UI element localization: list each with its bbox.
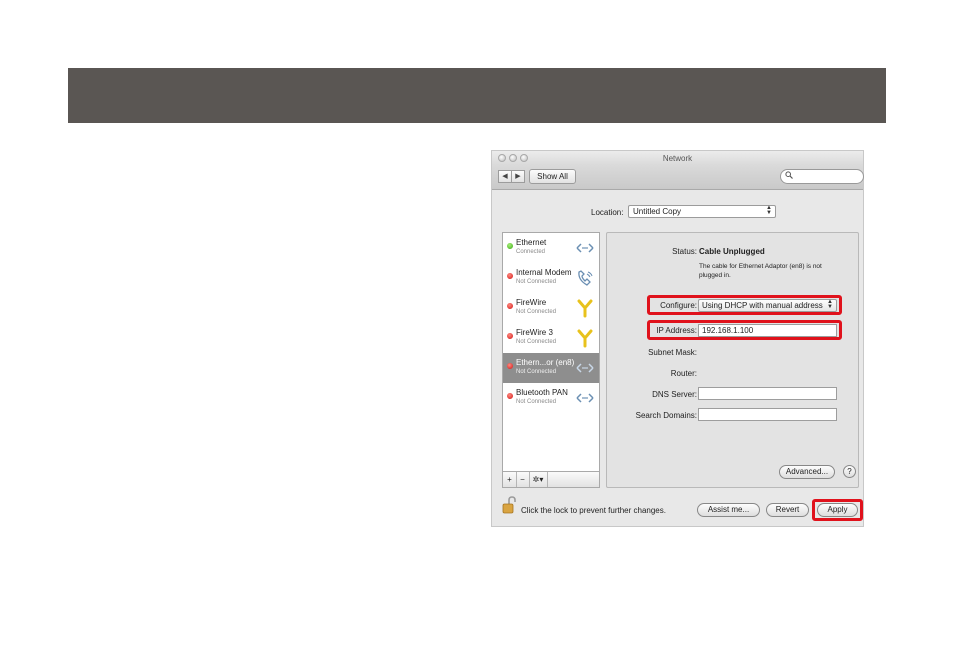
search-domains-label: Search Domains: [635,411,697,420]
configure-value: Using DHCP with manual address [702,301,823,310]
service-status: Not Connected [516,279,557,285]
ethernet-icon [575,238,595,258]
network-window: Network ◀ ▶ Show All Location: Untitled … [491,150,864,527]
help-button[interactable]: ? [843,465,856,478]
service-name: FireWire [516,298,547,307]
status-dot-icon [507,363,513,369]
location-value: Untitled Copy [633,207,682,216]
firewire-icon [575,328,595,348]
action-menu-button[interactable]: ✲▾ [529,472,548,487]
dns-server-label: DNS Server: [652,390,697,399]
service-name: Ethernet [516,238,547,247]
service-list-controls: + − ✲▾ [502,471,600,488]
show-all-button[interactable]: Show All [529,169,576,184]
title-bar: Network [492,151,863,165]
ethernet-icon [575,388,595,408]
location-select[interactable]: Untitled Copy ▲ ▼ [628,205,776,218]
configure-select[interactable]: Using DHCP with manual address ▲ ▼ [698,299,837,312]
header-bar [68,68,886,123]
subnet-mask-label: Subnet Mask: [648,348,697,357]
phone-icon [575,268,595,288]
status-dot-icon [507,333,513,339]
search-input[interactable] [780,169,864,184]
add-service-button[interactable]: + [503,472,517,487]
service-status: Not Connected [516,369,557,375]
window-title: Network [662,154,693,163]
remove-service-button[interactable]: − [516,472,530,487]
service-name: Internal Modem [516,268,572,277]
status-value: Cable Unplugged [699,247,765,256]
search-icon [785,171,793,181]
detail-pane: Status: Cable Unplugged The cable for Et… [606,232,859,488]
back-button[interactable]: ◀ [498,170,512,183]
status-dot-icon [507,273,513,279]
service-status: Not Connected [516,399,557,405]
location-label: Location: [591,208,624,217]
service-status: Not Connected [516,339,557,345]
status-dot-icon [507,243,513,249]
ip-address-label: IP Address: [656,326,697,335]
service-status: Not Connected [516,309,557,315]
lock-icon[interactable] [502,496,516,514]
service-item[interactable]: FireWire Not Connected [503,293,599,323]
dns-server-field[interactable] [698,387,837,400]
forward-button[interactable]: ▶ [511,170,525,183]
configure-label: Configure: [660,301,697,310]
toolbar: ◀ ▶ Show All [492,165,864,190]
service-item[interactable]: Internal Modem Not Connected [503,263,599,293]
status-dot-icon [507,303,513,309]
status-dot-icon [507,393,513,399]
updown-icon: ▲ ▼ [827,299,833,310]
service-item-selected[interactable]: Ethern...or (en8) Not Connected [503,353,599,383]
status-label: Status: [672,247,697,256]
status-description-2: plugged in. [699,272,731,279]
advanced-button[interactable]: Advanced... [779,465,835,479]
service-item[interactable]: Ethernet Connected [503,233,599,263]
service-name: Bluetooth PAN [516,388,568,397]
service-list: Ethernet Connected Internal Modem Not Co… [502,232,600,488]
updown-icon: ▲ ▼ [766,205,772,216]
firewire-icon [575,298,595,318]
router-label: Router: [670,369,697,378]
service-status: Connected [516,249,546,255]
service-item[interactable]: Bluetooth PAN Not Connected [503,383,599,413]
ethernet-icon [575,358,595,378]
status-description: The cable for Ethernet Adaptor (en8) is … [699,263,822,270]
apply-button[interactable]: Apply [817,503,858,517]
assist-me-button[interactable]: Assist me... [697,503,760,517]
revert-button[interactable]: Revert [766,503,809,517]
search-domains-field[interactable] [698,408,837,421]
lock-message: Click the lock to prevent further change… [521,506,666,515]
service-item[interactable]: FireWire 3 Not Connected [503,323,599,353]
service-name: FireWire 3 [516,328,553,337]
service-name: Ethern...or (en8) [516,358,575,367]
ip-address-field[interactable]: 192.168.1.100 [698,324,837,337]
